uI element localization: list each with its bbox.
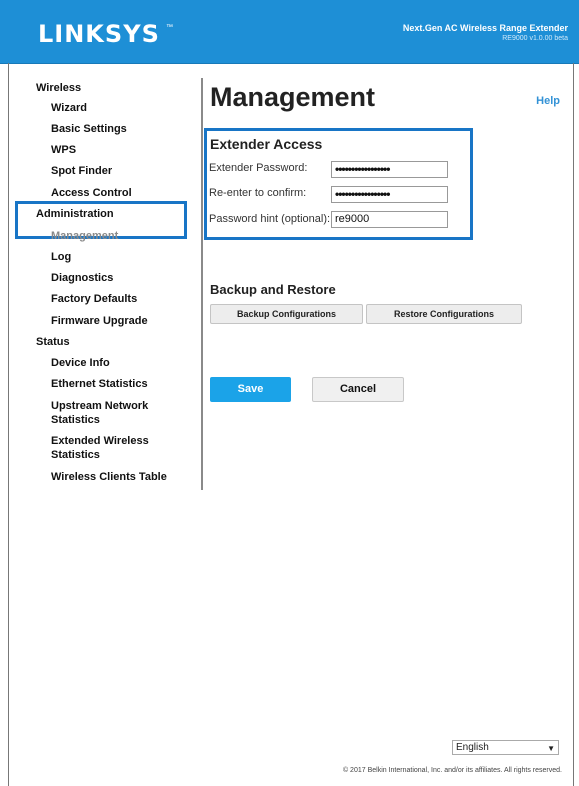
extender-access-title: Extender Access xyxy=(210,136,323,152)
copyright-text: © 2017 Belkin International, Inc. and/or… xyxy=(342,767,562,774)
sidebar-item-diagnostics[interactable]: Diagnostics xyxy=(51,271,113,285)
sidebar-item-firmware-upgrade[interactable]: Firmware Upgrade xyxy=(51,314,148,328)
confirm-password-label: Re-enter to confirm: xyxy=(209,187,307,199)
firmware-version: RE9000 v1.0.00 beta xyxy=(502,35,568,42)
sidebar-item-wps[interactable]: WPS xyxy=(51,143,76,157)
cancel-button[interactable]: Cancel xyxy=(312,377,404,402)
language-select[interactable]: English ▼ xyxy=(452,740,559,755)
sidebar-group-wireless[interactable]: Wireless xyxy=(36,81,81,95)
confirm-password-field[interactable]: ••••••••••••••••• xyxy=(331,186,448,203)
right-frame-border xyxy=(573,63,574,786)
extender-password-label: Extender Password: xyxy=(209,162,308,174)
sidebar-item-factory-defaults[interactable]: Factory Defaults xyxy=(51,292,137,306)
sidebar-group-status[interactable]: Status xyxy=(36,335,70,349)
sidebar-item-management[interactable]: Management xyxy=(51,229,118,243)
dropdown-caret-icon: ▼ xyxy=(547,744,555,753)
left-frame-border xyxy=(8,63,9,786)
linksys-logo: LINKSYS xyxy=(38,20,160,48)
sidebar-item-spot-finder[interactable]: Spot Finder xyxy=(51,164,112,178)
sidebar-item-extended-wireless-statistics[interactable]: Extended Wireless Statistics xyxy=(51,434,161,462)
save-button[interactable]: Save xyxy=(210,377,291,402)
backup-configurations-button[interactable]: Backup Configurations xyxy=(210,304,363,324)
password-hint-field[interactable]: re9000 xyxy=(331,211,448,228)
sidebar-item-basic-settings[interactable]: Basic Settings xyxy=(51,122,127,136)
help-link[interactable]: Help xyxy=(536,95,560,107)
sidebar-divider xyxy=(201,78,203,490)
trademark-mark: ™ xyxy=(166,24,173,31)
sidebar-item-device-info[interactable]: Device Info xyxy=(51,356,110,370)
sidebar-item-wireless-clients-table[interactable]: Wireless Clients Table xyxy=(51,470,167,484)
sidebar-item-upstream-network-statistics[interactable]: Upstream Network Statistics xyxy=(51,399,161,427)
top-header: LINKSYS ™ Next.Gen AC Wireless Range Ext… xyxy=(0,0,579,64)
extender-password-field[interactable]: ••••••••••••••••• xyxy=(331,161,448,178)
sidebar-item-access-control[interactable]: Access Control xyxy=(51,186,132,200)
sidebar-item-log[interactable]: Log xyxy=(51,250,71,264)
language-select-value: English xyxy=(456,742,489,753)
sidebar-item-ethernet-statistics[interactable]: Ethernet Statistics xyxy=(51,377,148,391)
sidebar-item-wizard[interactable]: Wizard xyxy=(51,101,87,115)
product-name: Next.Gen AC Wireless Range Extender xyxy=(402,23,568,33)
restore-configurations-button[interactable]: Restore Configurations xyxy=(366,304,522,324)
sidebar-group-administration[interactable]: Administration xyxy=(36,207,114,221)
page-title: Management xyxy=(210,82,376,112)
backup-restore-title: Backup and Restore xyxy=(210,282,336,297)
password-hint-label: Password hint (optional): xyxy=(209,213,331,225)
